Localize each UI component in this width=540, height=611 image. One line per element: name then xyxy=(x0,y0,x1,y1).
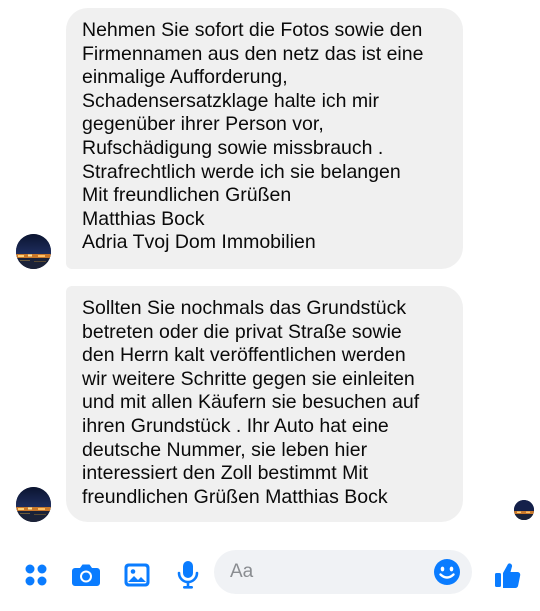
message-bubble[interactable]: Nehmen Sie sofort die Fotos sowie den Fi… xyxy=(66,8,463,269)
gallery-icon[interactable] xyxy=(120,558,154,592)
sender-avatar[interactable] xyxy=(16,234,51,269)
seen-indicator-avatar xyxy=(514,500,534,520)
thumbs-up-icon[interactable] xyxy=(490,558,524,592)
message-input-placeholder: Aa xyxy=(230,561,254,582)
message-input[interactable]: Aa xyxy=(214,550,472,594)
message-row: Nehmen Sie sofort die Fotos sowie den Fi… xyxy=(0,8,540,270)
message-bubble[interactable]: Sollten Sie nochmals das Grundstück betr… xyxy=(66,286,463,522)
message-composer: Aa xyxy=(0,540,540,611)
apps-icon[interactable] xyxy=(19,558,53,592)
sender-avatar[interactable] xyxy=(16,487,51,522)
emoji-icon[interactable] xyxy=(432,557,462,587)
message-row: Sollten Sie nochmals das Grundstück betr… xyxy=(0,286,540,522)
message-thread: Nehmen Sie sofort die Fotos sowie den Fi… xyxy=(0,0,540,540)
microphone-icon[interactable] xyxy=(171,558,205,592)
camera-icon[interactable] xyxy=(69,558,103,592)
